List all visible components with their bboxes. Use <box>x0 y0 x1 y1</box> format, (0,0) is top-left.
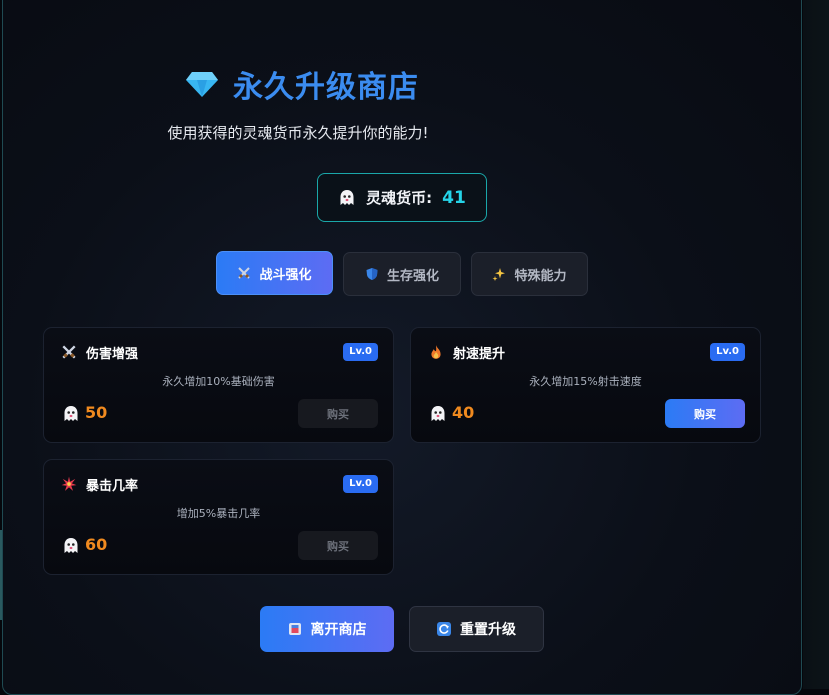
reset-upgrades-button[interactable]: 重置升级 <box>409 606 544 652</box>
shop-header: 永久升级商店 <box>0 62 604 106</box>
upgrade-description: 永久增加15%射击速度 <box>529 375 642 388</box>
upgrade-card-crit-chance: 暴击几率 Lv.0 增加5%暴击几率 60 购买 <box>43 459 394 575</box>
upgrade-price: 40 <box>452 403 475 422</box>
tab-label: 战斗强化 <box>259 267 312 283</box>
ghost-icon <box>340 189 354 205</box>
door-icon <box>288 623 301 635</box>
ghost-icon <box>64 406 78 421</box>
refresh-icon <box>437 622 451 636</box>
crossed-swords-icon <box>62 345 76 359</box>
crossed-swords-icon <box>238 267 251 279</box>
buy-button[interactable]: 购买 <box>298 399 378 428</box>
upgrade-name: 伤害增强 <box>86 347 139 362</box>
reset-upgrades-label: 重置升级 <box>460 622 516 638</box>
buy-button[interactable]: 购买 <box>665 399 745 428</box>
level-badge: Lv.0 <box>343 343 378 361</box>
upgrade-price: 50 <box>85 403 108 422</box>
background-edge <box>803 0 829 689</box>
upgrade-description: 永久增加10%基础伤害 <box>162 375 275 388</box>
shop-title: 永久升级商店 <box>233 70 419 105</box>
currency-label: 灵魂货币: <box>366 189 433 207</box>
level-badge: Lv.0 <box>710 343 745 361</box>
shield-icon <box>366 268 378 280</box>
upgrade-card-damage: 伤害增强 Lv.0 永久增加10%基础伤害 50 购买 <box>43 327 394 443</box>
upgrade-price: 60 <box>85 535 108 554</box>
ghost-icon <box>64 538 78 553</box>
currency-value: 41 <box>442 187 466 208</box>
leave-shop-button[interactable]: 离开商店 <box>260 606 394 652</box>
ghost-icon <box>431 406 445 421</box>
tab-combat[interactable]: 战斗强化 <box>216 251 333 295</box>
tab-label: 生存强化 <box>386 268 439 284</box>
fire-icon <box>431 345 441 359</box>
burst-icon <box>61 476 77 491</box>
upgrade-description: 增加5%暴击几率 <box>176 507 261 520</box>
sparkles-icon <box>492 268 506 281</box>
currency-display: 灵魂货币: 41 <box>317 173 487 222</box>
tab-survival[interactable]: 生存强化 <box>343 252 461 296</box>
level-badge: Lv.0 <box>343 475 378 493</box>
diamond-icon <box>186 72 218 97</box>
shop-subtitle: 使用获得的灵魂货币永久提升你的能力! <box>167 124 429 142</box>
upgrade-name: 暴击几率 <box>86 479 139 494</box>
buy-button[interactable]: 购买 <box>298 531 378 560</box>
upgrade-name: 射速提升 <box>453 347 506 362</box>
upgrade-card-fire-rate: 射速提升 Lv.0 永久增加15%射击速度 40 购买 <box>410 327 761 443</box>
tab-label: 特殊能力 <box>514 268 567 284</box>
tab-special[interactable]: 特殊能力 <box>471 252 588 296</box>
leave-shop-label: 离开商店 <box>310 622 367 638</box>
